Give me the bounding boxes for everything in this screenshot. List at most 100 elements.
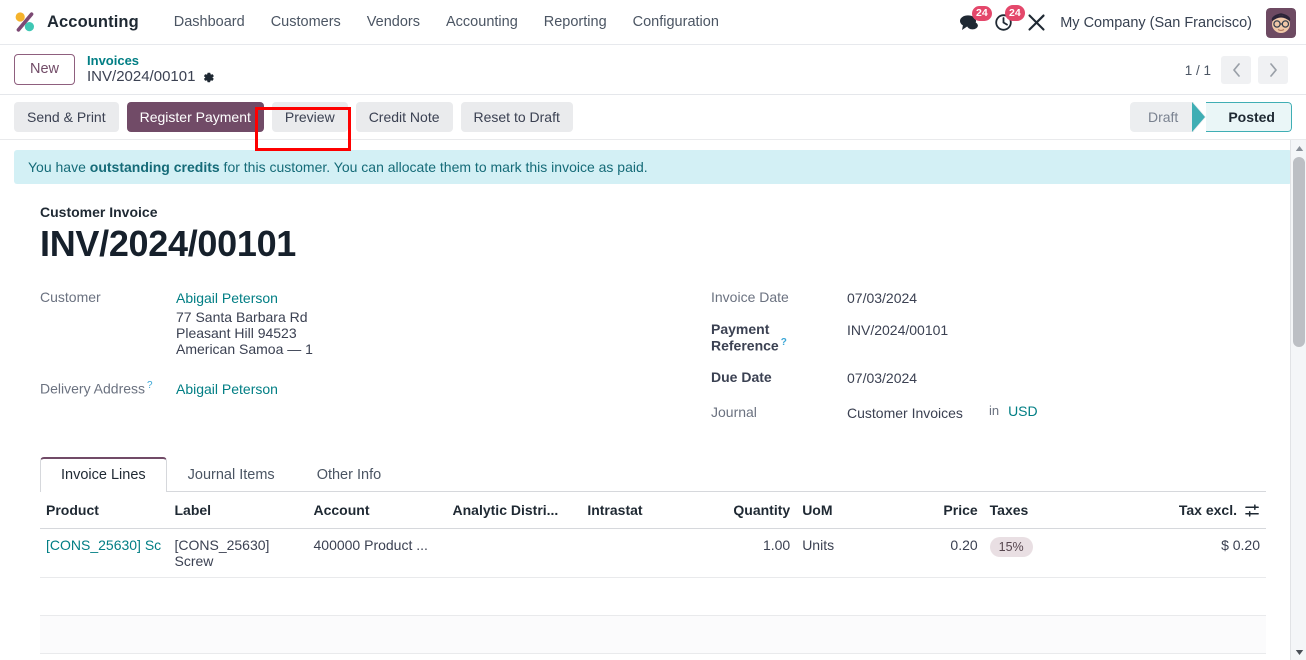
notebook-tabs: Invoice Lines Journal Items Other Info [40, 457, 1266, 493]
currency-value[interactable]: USD [1008, 403, 1038, 419]
column-header-account[interactable]: Account [307, 492, 447, 530]
delivery-address-value[interactable]: Abigail Peterson [176, 379, 278, 400]
status-bar: Draft Posted [1129, 102, 1292, 132]
new-button[interactable]: New [14, 54, 76, 85]
field-invoice-date: Invoice Date 07/03/2024 [711, 288, 1266, 309]
journal-value[interactable]: Customer Invoices [847, 403, 963, 424]
cell-price[interactable]: 0.20 [897, 528, 984, 579]
avatar[interactable] [1266, 7, 1296, 38]
register-payment-button[interactable]: Register Payment [126, 101, 264, 133]
cell-product[interactable]: [CONS_25630] Screw [40, 528, 169, 579]
tax-badge: 15% [989, 537, 1033, 558]
vertical-scrollbar[interactable] [1290, 140, 1306, 660]
cell-tax-excl[interactable]: $ 0.20 [1169, 528, 1266, 579]
column-header-tax-excl[interactable]: Tax excl. [1169, 492, 1266, 530]
column-header-product[interactable]: Product [40, 492, 169, 530]
form-sheet-container: You have outstanding credits for this cu… [0, 139, 1306, 660]
column-header-intrastat[interactable]: Intrastat [581, 492, 706, 530]
pager-next-button[interactable] [1258, 56, 1288, 84]
scroll-down-button[interactable] [1291, 644, 1306, 660]
cell-label[interactable]: [CONS_25630] Screw [168, 528, 308, 579]
column-header-price[interactable]: Price [897, 492, 984, 530]
status-stage-posted[interactable]: Posted [1206, 102, 1292, 132]
form-columns: Customer Abigail Peterson 77 Santa Barba… [40, 288, 1266, 435]
delivery-address-help-icon[interactable]: ? [147, 380, 153, 391]
customer-block: Abigail Peterson 77 Santa Barbara Rd Ple… [176, 288, 313, 357]
apps-button[interactable] [1027, 13, 1046, 32]
form-column-left: Customer Abigail Peterson 77 Santa Barba… [40, 288, 653, 435]
customer-address-line-3: American Samoa — 1 [176, 340, 313, 357]
customer-label: Customer [40, 288, 101, 305]
invoice-date-value[interactable]: 07/03/2024 [847, 288, 917, 309]
preview-button[interactable]: Preview [271, 101, 348, 133]
brand[interactable]: Accounting [12, 9, 139, 35]
table-header-row: Product Label Account Analytic Distri...… [40, 492, 1266, 530]
menu-item-vendors[interactable]: Vendors [354, 8, 433, 36]
alert-prefix: You have [28, 159, 90, 175]
empty-cell [40, 653, 1266, 660]
table-row[interactable]: [CONS_25630] Screw [CONS_25630] Screw 40… [40, 528, 1266, 579]
cell-analytic-distribution[interactable] [446, 528, 582, 579]
send-and-print-button[interactable]: Send & Print [14, 101, 119, 133]
column-header-analytic-distribution[interactable]: Analytic Distri... [446, 492, 582, 530]
breadcrumb-parent-invoices[interactable]: Invoices [87, 53, 215, 68]
scroll-up-button[interactable] [1291, 140, 1306, 156]
customer-address-line-2: Pleasant Hill 94523 [176, 324, 297, 341]
scroll-up-arrow-icon [1295, 145, 1303, 151]
pager: 1 / 1 [1185, 45, 1288, 95]
invoice-date-label: Invoice Date [711, 288, 789, 305]
menu-item-reporting[interactable]: Reporting [531, 8, 620, 36]
due-date-value[interactable]: 07/03/2024 [847, 368, 917, 389]
cell-account[interactable]: 400000 Product ... [307, 528, 447, 579]
cell-uom[interactable]: Units [796, 528, 898, 579]
field-due-date: Due Date 07/03/2024 [711, 368, 1266, 389]
pager-previous-button[interactable] [1221, 56, 1251, 84]
table-empty-row[interactable] [40, 615, 1266, 655]
gear-icon[interactable] [202, 71, 215, 84]
currency-in-label: in [988, 402, 1000, 418]
odoo-accounting-logo-icon [15, 12, 34, 32]
column-header-quantity[interactable]: Quantity [705, 492, 797, 530]
payment-reference-label: Payment Reference? [711, 320, 847, 354]
navbar-right: 24 24 My Company (San Francisco) [959, 0, 1296, 45]
menu-item-customers[interactable]: Customers [258, 8, 354, 36]
chevron-right-icon [1269, 63, 1277, 77]
menu-item-configuration[interactable]: Configuration [620, 8, 732, 36]
empty-cell [40, 577, 1266, 617]
column-header-uom[interactable]: UoM [796, 492, 898, 530]
brand-name: Accounting [47, 12, 139, 31]
payment-reference-value[interactable]: INV/2024/00101 [847, 320, 948, 341]
status-arrow-divider [1192, 102, 1207, 132]
cell-quantity[interactable]: 1.00 [705, 528, 797, 579]
column-header-taxes[interactable]: Taxes [983, 492, 1170, 530]
company-switcher[interactable]: My Company (San Francisco) [1060, 15, 1252, 31]
reset-to-draft-button[interactable]: Reset to Draft [460, 101, 573, 133]
customer-value[interactable]: Abigail Peterson [176, 288, 313, 309]
messages-button[interactable]: 24 [959, 5, 993, 32]
empty-cell [40, 615, 1266, 655]
tab-journal-items[interactable]: Journal Items [167, 457, 296, 492]
tab-invoice-lines[interactable]: Invoice Lines [40, 457, 167, 493]
scrollbar-thumb[interactable] [1293, 157, 1305, 347]
payment-reference-label-text: Payment Reference [711, 320, 779, 354]
table-options-icon[interactable] [1245, 503, 1260, 518]
table-empty-row[interactable] [40, 653, 1266, 660]
action-button-bar: Send & Print Register Payment Preview Cr… [0, 95, 1306, 139]
table-empty-row[interactable] [40, 577, 1266, 617]
chevron-left-icon [1232, 63, 1240, 77]
cell-intrastat[interactable] [581, 528, 706, 579]
column-header-label[interactable]: Label [168, 492, 308, 530]
status-stage-draft[interactable]: Draft [1129, 102, 1195, 132]
notebook: Invoice Lines Journal Items Other Info P… [40, 457, 1266, 660]
main-menu: Dashboard Customers Vendors Accounting R… [161, 8, 732, 36]
credit-note-button[interactable]: Credit Note [355, 101, 453, 133]
activities-button[interactable]: 24 [994, 5, 1026, 32]
alert-strong: outstanding credits [89, 159, 220, 175]
payment-reference-help-icon[interactable]: ? [781, 337, 787, 348]
menu-item-accounting[interactable]: Accounting [433, 8, 531, 36]
cell-taxes[interactable]: 15% [983, 528, 1170, 579]
due-date-label: Due Date [711, 368, 772, 385]
delivery-address-label-text: Delivery Address [40, 380, 146, 397]
menu-item-dashboard[interactable]: Dashboard [161, 8, 258, 36]
tab-other-info[interactable]: Other Info [296, 457, 402, 492]
